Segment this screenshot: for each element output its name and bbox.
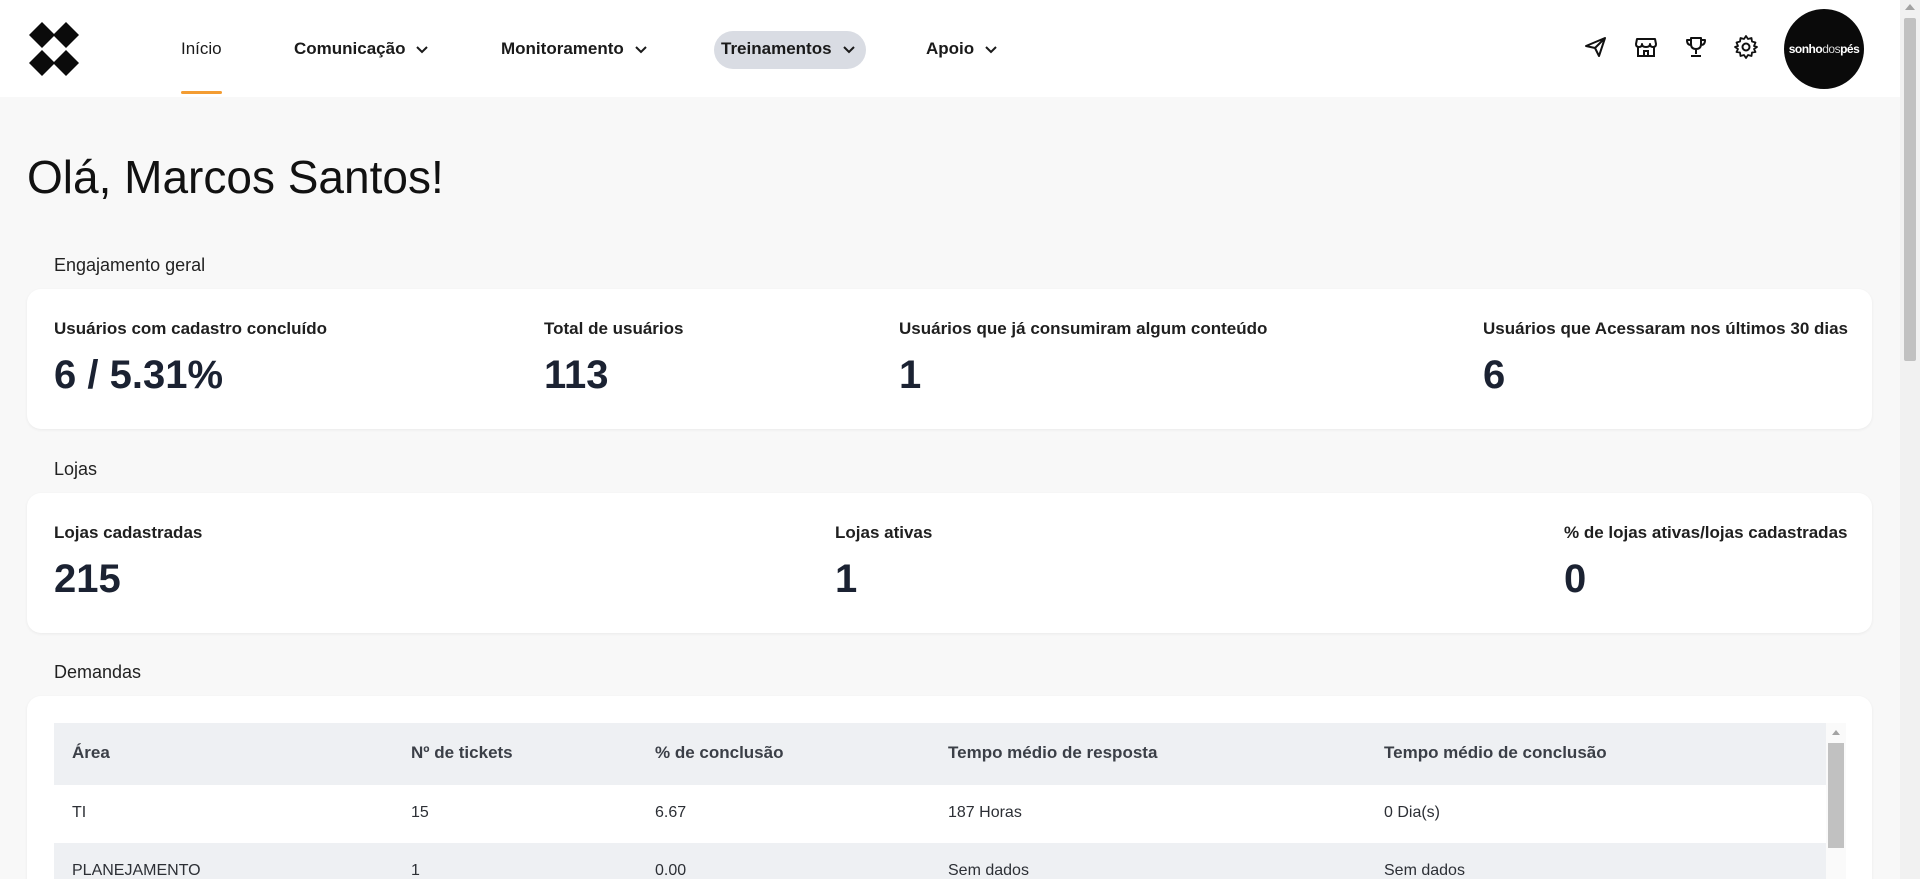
stat-value: 1 [899, 353, 922, 397]
stat-users-consumed-content: Usuários que já consumiram algum conteúd… [899, 319, 1267, 398]
stat-label: Usuários com cadastro concluído [54, 319, 328, 338]
cell-tickets: 15 [411, 804, 429, 821]
chevron-down-icon [635, 45, 647, 53]
column-header-tickets[interactable]: Nº de tickets [411, 743, 513, 763]
brand-part-3: pés [1840, 42, 1860, 56]
stat-registered-users: Usuários com cadastro concluído 6 / 5.31… [54, 319, 327, 398]
nav-apoio[interactable]: Apoio [926, 0, 998, 97]
nav-monitoramento[interactable]: Monitoramento [501, 0, 648, 97]
stat-label: % de lojas ativas/lojas cadastradas [1564, 523, 1848, 542]
nav-monitoramento-label: Monitoramento [501, 38, 624, 58]
stat-users-accessed-30-days: Usuários que Acessaram nos últimos 30 di… [1483, 319, 1848, 398]
chevron-down-icon [842, 45, 855, 53]
store-icon[interactable] [1633, 34, 1659, 60]
nav-comunicacao-label: Comunicação [294, 38, 406, 58]
chevron-down-icon [985, 45, 997, 53]
chevron-down-icon [416, 45, 429, 53]
nav-comunicacao[interactable]: Comunicação [294, 0, 429, 97]
top-navigation-bar: Início Comunicação Monitoramento Treinam… [0, 0, 1900, 97]
cell-completion: 6.67 [655, 804, 687, 821]
stat-value: 6 [1483, 353, 1506, 397]
cell-area: TI [72, 804, 87, 821]
section-title-stores: Lojas [54, 459, 98, 479]
cell-completion-time: 0 Dia(s) [1384, 804, 1441, 821]
trophy-icon[interactable] [1683, 34, 1709, 60]
stat-label: Lojas ativas [835, 523, 933, 542]
stat-value: 0 [1564, 557, 1587, 601]
stat-active-stores-percent: % de lojas ativas/lojas cadastradas 0 [1564, 523, 1847, 602]
section-title-engagement: Engajamento geral [54, 255, 206, 275]
table-row[interactable]: TI 15 6.67 187 Horas 0 Dia(s) [54, 785, 1826, 843]
stat-label: Total de usuários [544, 319, 684, 338]
nav-treinamentos[interactable]: Treinamentos [721, 0, 856, 97]
column-header-completion-time[interactable]: Tempo médio de conclusão [1384, 743, 1607, 763]
nav-apoio-label: Apoio [926, 38, 975, 58]
nav-inicio[interactable]: Início [181, 0, 222, 97]
gear-icon[interactable] [1733, 34, 1759, 60]
engagement-card: Usuários com cadastro concluído 6 / 5.31… [27, 289, 1872, 429]
column-header-completion[interactable]: % de conclusão [655, 743, 783, 763]
stat-label: Lojas cadastradas [54, 523, 203, 542]
send-icon[interactable] [1583, 34, 1609, 60]
stat-registered-stores: Lojas cadastradas 215 [54, 523, 202, 602]
cell-response-time: Sem dados [948, 862, 1029, 879]
cell-area: PLANEJAMENTO [72, 862, 201, 879]
cell-response-time: 187 Horas [948, 804, 1022, 821]
table-header-row: Área Nº de tickets % de conclusão Tempo … [54, 723, 1826, 785]
stat-label: Usuários que já consumiram algum conteúd… [899, 319, 1268, 338]
column-header-area[interactable]: Área [72, 743, 110, 763]
column-header-response-time[interactable]: Tempo médio de resposta [948, 743, 1157, 763]
diamond-grid-logo[interactable] [26, 21, 82, 77]
stat-value: 113 [544, 353, 609, 397]
stat-value: 6 / 5.31% [54, 353, 224, 397]
stat-active-stores: Lojas ativas 1 [835, 523, 932, 602]
cell-completion-time: Sem dados [1384, 862, 1465, 879]
cell-tickets: 1 [411, 862, 420, 879]
stat-value: 215 [54, 557, 121, 601]
scroll-up-arrow-icon[interactable] [1905, 4, 1915, 10]
scroll-up-arrow-icon[interactable] [1832, 730, 1840, 735]
section-title-demands: Demandas [54, 662, 142, 682]
table-row[interactable]: PLANEJAMENTO 1 0.00 Sem dados Sem dados [54, 843, 1826, 879]
nav-treinamentos-label: Treinamentos [721, 38, 832, 58]
cell-completion: 0.00 [655, 862, 687, 879]
table-scrollbar[interactable] [1826, 723, 1846, 879]
stat-label: Usuários que Acessaram nos últimos 30 di… [1483, 319, 1849, 338]
demands-table: Área Nº de tickets % de conclusão Tempo … [54, 723, 1846, 879]
brand-avatar[interactable]: sonho dos pés [1784, 9, 1864, 89]
nav-inicio-label: Início [181, 38, 222, 58]
stat-value: 1 [835, 557, 858, 601]
page-greeting: Olá, Marcos Santos! [27, 151, 444, 203]
table-scroll-thumb[interactable] [1828, 743, 1844, 848]
brand-part-1: sonho [1788, 42, 1823, 56]
brand-part-2: dos [1822, 42, 1841, 56]
page-scroll-thumb[interactable] [1904, 18, 1916, 361]
stat-total-users: Total de usuários 113 [544, 319, 684, 398]
stores-card: Lojas cadastradas 215 Lojas ativas 1 % d… [27, 493, 1872, 633]
page-scrollbar[interactable] [1900, 0, 1920, 879]
